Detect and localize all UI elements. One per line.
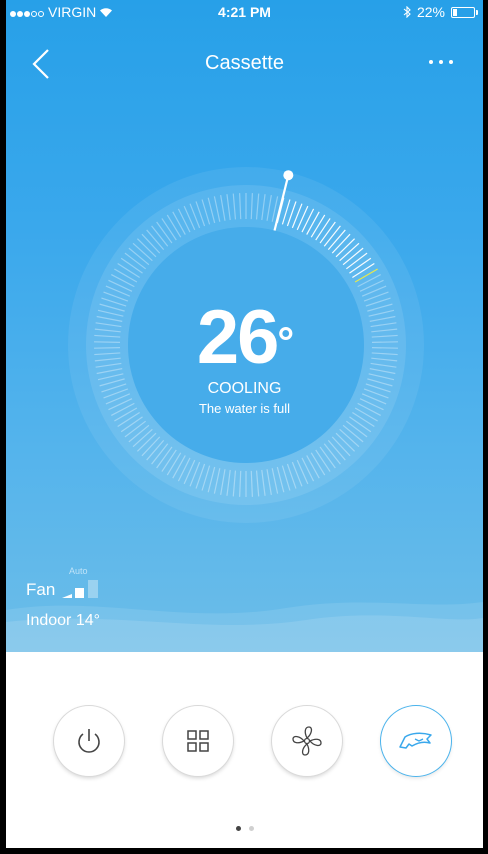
battery-percent: 22% (416, 4, 445, 20)
bluetooth-icon (403, 6, 411, 18)
battery-icon (451, 6, 478, 18)
fan-button[interactable] (272, 706, 342, 776)
indoor-temperature: Indoor 14° (26, 612, 101, 629)
fan-icon (292, 726, 322, 756)
fan-label: Fan (26, 580, 56, 599)
page-dot[interactable] (248, 826, 254, 831)
battery-status: 22% (403, 4, 478, 20)
more-dots-icon[interactable] (429, 52, 465, 72)
swing-icon (399, 732, 432, 749)
temperature-value: 26 (196, 295, 280, 380)
degree-symbol: ° (277, 318, 294, 365)
swing-button[interactable] (381, 706, 451, 776)
dial-knob[interactable] (283, 170, 294, 181)
grid-icon (187, 730, 209, 752)
page-indicator (6, 826, 483, 831)
power-icon (78, 729, 100, 753)
status-bar: VIRGIN 4:21 PM 22% (6, 0, 483, 24)
page-dot-active[interactable] (235, 826, 241, 831)
mode-label: COOLING (207, 380, 282, 397)
fan-status: Fan (26, 578, 110, 600)
thermostat-panel: VIRGIN 4:21 PM 22% Cassette 26° COOLING … (6, 0, 483, 652)
power-button[interactable] (54, 706, 124, 776)
nav-bar: Cassette (6, 40, 483, 84)
fan-speed-label: Auto (69, 566, 88, 576)
mode-button[interactable] (163, 706, 233, 776)
page-title: Cassette (205, 52, 284, 74)
battery-fill (453, 8, 458, 16)
status-message: The water is full (198, 401, 291, 416)
app-screen: VIRGIN 4:21 PM 22% Cassette 26° COOLING … (6, 0, 483, 848)
control-bar (6, 652, 483, 848)
fan-speed-bars-icon (62, 580, 99, 598)
temperature-readout: 26° COOLING The water is full (6, 300, 483, 417)
